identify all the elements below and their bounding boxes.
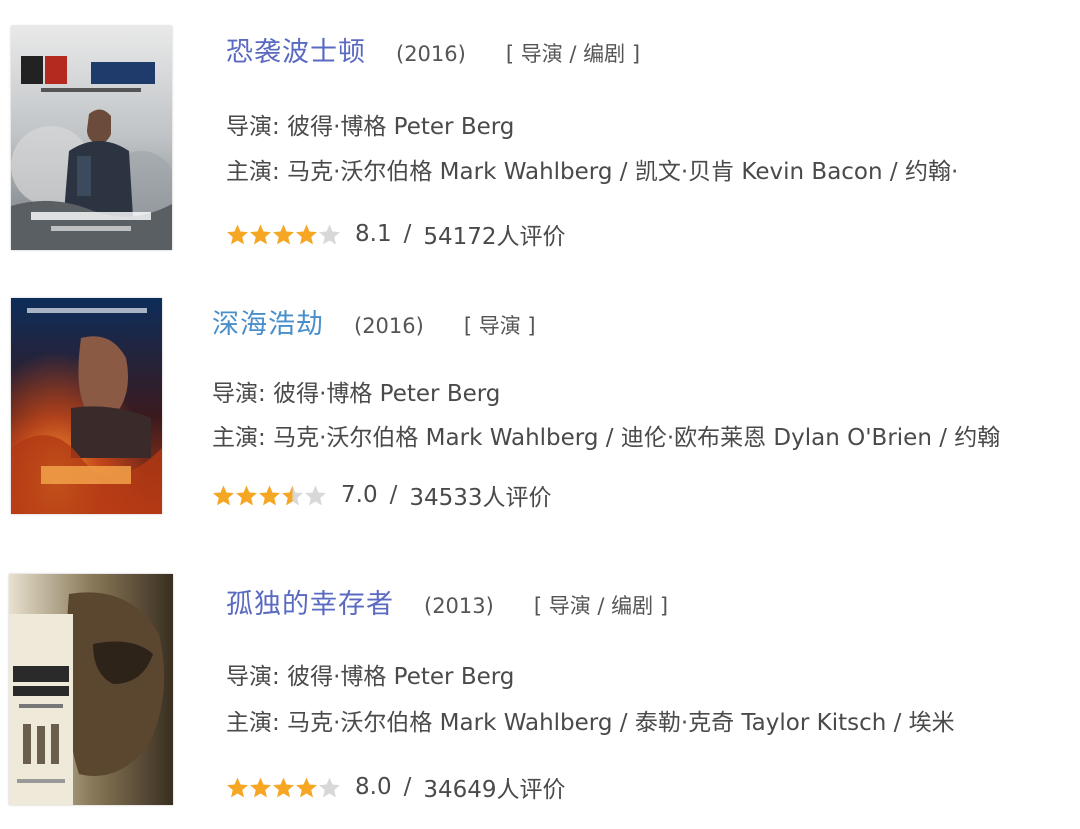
rating-row: 8.0 / 34649人评价	[226, 770, 566, 804]
director-name: 彼得·博格 Peter Berg	[287, 114, 515, 140]
rating-separator: /	[389, 482, 398, 508]
rating-score: 7.0	[341, 482, 378, 508]
cast-line: 主演: 马克·沃尔伯格 Mark Wahlberg / 迪伦·欧布莱恩 Dyla…	[212, 418, 1000, 452]
cast-names: 马克·沃尔伯格 Mark Wahlberg / 凯文·贝肯 Kevin Baco…	[287, 159, 959, 185]
rating-separator: /	[403, 221, 412, 247]
movie-roles: [ 导演 / 编剧 ]	[533, 594, 669, 618]
movie-title-link[interactable]: 深海浩劫	[212, 309, 324, 340]
rating-votes: 34533人评价	[409, 485, 552, 511]
stars-svg	[227, 224, 340, 244]
movie-year: (2016)	[354, 314, 424, 338]
star-filled-icon	[236, 485, 257, 505]
cast-names: 马克·沃尔伯格 Mark Wahlberg / 泰勒·克奇 Taylor Kit…	[287, 710, 955, 736]
stars-svg	[227, 777, 340, 797]
movie-poster[interactable]	[9, 574, 173, 805]
cast-label: 主演:	[226, 710, 280, 736]
movie-title-link[interactable]: 孤独的幸存者	[226, 589, 394, 620]
star-empty-icon	[305, 485, 326, 505]
star-filled-icon	[227, 777, 248, 797]
cast-line: 主演: 马克·沃尔伯格 Mark Wahlberg / 凯文·贝肯 Kevin …	[226, 152, 958, 186]
movie-title-link[interactable]: 恐袭波士顿	[226, 37, 366, 68]
movie-info: 孤独的幸存者 (2013) [ 导演 / 编剧 ] 导演: 彼得·博格 Peter …	[226, 560, 1080, 829]
rating-votes: 54172人评价	[423, 224, 566, 250]
title-row: 恐袭波士顿 (2016) [ 导演 / 编剧 ]	[226, 30, 640, 69]
director-label: 导演:	[226, 664, 280, 690]
movie-roles: [ 导演 ]	[463, 314, 536, 338]
cast-names: 马克·沃尔伯格 Mark Wahlberg / 迪伦·欧布莱恩 Dylan O'…	[273, 425, 1001, 451]
star-filled-icon	[296, 777, 317, 797]
movie-poster[interactable]	[11, 298, 162, 514]
star-filled-icon	[227, 224, 248, 244]
director-name: 彼得·博格 Peter Berg	[287, 664, 515, 690]
movie-year: (2013)	[424, 594, 494, 618]
director-line: 导演: 彼得·博格 Peter Berg	[226, 657, 514, 691]
cast-line: 主演: 马克·沃尔伯格 Mark Wahlberg / 泰勒·克奇 Taylor…	[226, 703, 955, 737]
star-half-icon	[282, 485, 303, 505]
rating-score: 8.0	[355, 774, 392, 800]
rating-row: 7.0 / 34533人评价	[212, 478, 552, 512]
title-row: 孤独的幸存者 (2013) [ 导演 / 编剧 ]	[226, 582, 668, 621]
star-filled-icon	[250, 224, 271, 244]
stars-svg	[213, 485, 326, 505]
star-empty-icon	[319, 777, 340, 797]
director-label: 导演:	[212, 381, 266, 407]
director-line: 导演: 彼得·博格 Peter Berg	[226, 107, 514, 141]
rating-separator: /	[403, 774, 412, 800]
cast-label: 主演:	[212, 425, 266, 451]
rating-stars	[226, 223, 341, 246]
star-empty-icon	[319, 224, 340, 244]
rating-stars	[226, 776, 341, 799]
rating-row: 8.1 / 54172人评价	[226, 217, 566, 251]
movie-info: 深海浩劫 (2016) [ 导演 ] 导演: 彼得·博格 Peter Berg 主演…	[212, 270, 1080, 540]
star-filled-icon	[250, 777, 271, 797]
rating-votes: 34649人评价	[423, 777, 566, 803]
movie-year: (2016)	[396, 42, 466, 66]
rating-stars	[212, 484, 327, 507]
director-label: 导演:	[226, 114, 280, 140]
movie-poster[interactable]	[11, 26, 172, 250]
star-filled-icon	[273, 224, 294, 244]
rating-score: 8.1	[355, 221, 392, 247]
director-name: 彼得·博格 Peter Berg	[273, 381, 501, 407]
cast-label: 主演:	[226, 159, 280, 185]
star-filled-icon	[296, 224, 317, 244]
star-filled-icon	[213, 485, 234, 505]
star-filled-icon	[259, 485, 280, 505]
movie-roles: [ 导演 / 编剧 ]	[505, 42, 641, 66]
movie-info: 恐袭波士顿 (2016) [ 导演 / 编剧 ] 导演: 彼得·博格 Peter B…	[226, 0, 1080, 270]
director-line: 导演: 彼得·博格 Peter Berg	[212, 374, 500, 408]
star-filled-icon	[273, 777, 294, 797]
title-row: 深海浩劫 (2016) [ 导演 ]	[212, 302, 536, 341]
